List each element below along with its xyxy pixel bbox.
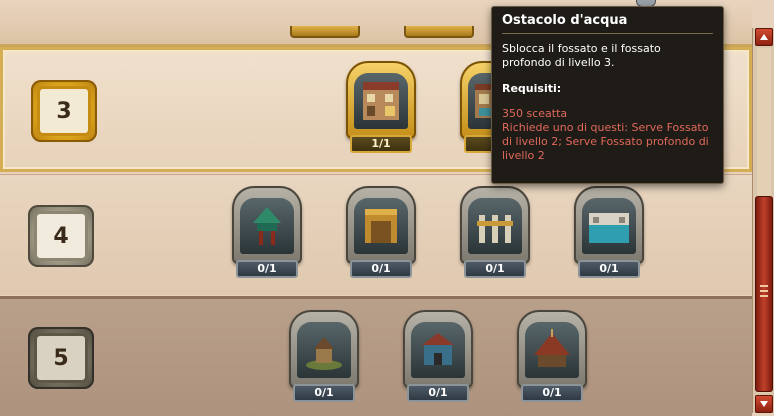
grip-icon bbox=[760, 295, 768, 297]
grip-icon bbox=[760, 285, 768, 287]
count-label: 0/1 bbox=[293, 384, 355, 402]
building-card[interactable]: 0/1 bbox=[574, 186, 644, 278]
wall-towers-icon bbox=[477, 215, 513, 243]
scroll-up-button[interactable] bbox=[755, 28, 773, 46]
building-image bbox=[297, 322, 351, 378]
count-label: 1/1 bbox=[350, 135, 412, 153]
chevron-down-icon bbox=[760, 401, 768, 407]
deep-moat-icon bbox=[589, 213, 629, 243]
scroll-down-button[interactable] bbox=[755, 395, 773, 413]
building-card[interactable]: 1/1 bbox=[346, 61, 416, 153]
count-label: 0/1 bbox=[350, 260, 412, 278]
card-stub[interactable] bbox=[290, 26, 360, 38]
building-card[interactable]: 0/1 bbox=[460, 186, 530, 278]
watchtower-icon bbox=[253, 207, 281, 245]
townhouse-icon bbox=[363, 82, 399, 120]
level-badge: 3 bbox=[31, 80, 97, 142]
tooltip-title: Ostacolo d'acqua bbox=[502, 13, 713, 34]
building-image bbox=[468, 198, 522, 254]
level-number: 4 bbox=[34, 211, 88, 261]
chevron-up-icon bbox=[760, 34, 768, 40]
count-label: 0/1 bbox=[521, 384, 583, 402]
level-row-5: 5 bbox=[0, 296, 752, 416]
longhouse-icon bbox=[534, 329, 570, 367]
building-image bbox=[582, 198, 636, 254]
building-image bbox=[354, 198, 408, 254]
level-number: 3 bbox=[37, 86, 91, 136]
building-card[interactable]: 0/1 bbox=[403, 310, 473, 402]
building-card[interactable]: 0/1 bbox=[232, 186, 302, 278]
gate-icon bbox=[365, 209, 397, 243]
level-badge: 4 bbox=[28, 205, 94, 267]
forge-icon bbox=[422, 333, 454, 365]
tooltip-requirement: Richiede uno di questi: Serve Fossato di… bbox=[502, 121, 709, 162]
grip-icon bbox=[760, 290, 768, 292]
shrine-icon bbox=[306, 337, 342, 370]
level-number: 5 bbox=[34, 333, 88, 383]
tooltip-requirements-label: Requisiti: bbox=[502, 82, 562, 95]
building-image bbox=[354, 73, 408, 129]
tooltip-description: Sblocca il fossato e il fossato profondo… bbox=[502, 42, 661, 69]
count-label: 0/1 bbox=[464, 260, 526, 278]
scroll-thumb[interactable] bbox=[755, 196, 773, 392]
tooltip-cost: 350 sceatta bbox=[502, 107, 568, 120]
card-stub[interactable] bbox=[404, 26, 474, 38]
count-label: 0/1 bbox=[236, 260, 298, 278]
building-image bbox=[240, 198, 294, 254]
level-badge: 5 bbox=[28, 327, 94, 389]
building-image bbox=[411, 322, 465, 378]
tooltip: Ostacolo d'acqua Sblocca il fossato e il… bbox=[491, 6, 724, 184]
scrollbar[interactable] bbox=[752, 28, 774, 413]
building-card[interactable]: 0/1 bbox=[289, 310, 359, 402]
building-card[interactable]: 0/1 bbox=[346, 186, 416, 278]
building-image bbox=[525, 322, 579, 378]
building-card[interactable]: 0/1 bbox=[517, 310, 587, 402]
count-label: 0/1 bbox=[578, 260, 640, 278]
count-label: 0/1 bbox=[407, 384, 469, 402]
